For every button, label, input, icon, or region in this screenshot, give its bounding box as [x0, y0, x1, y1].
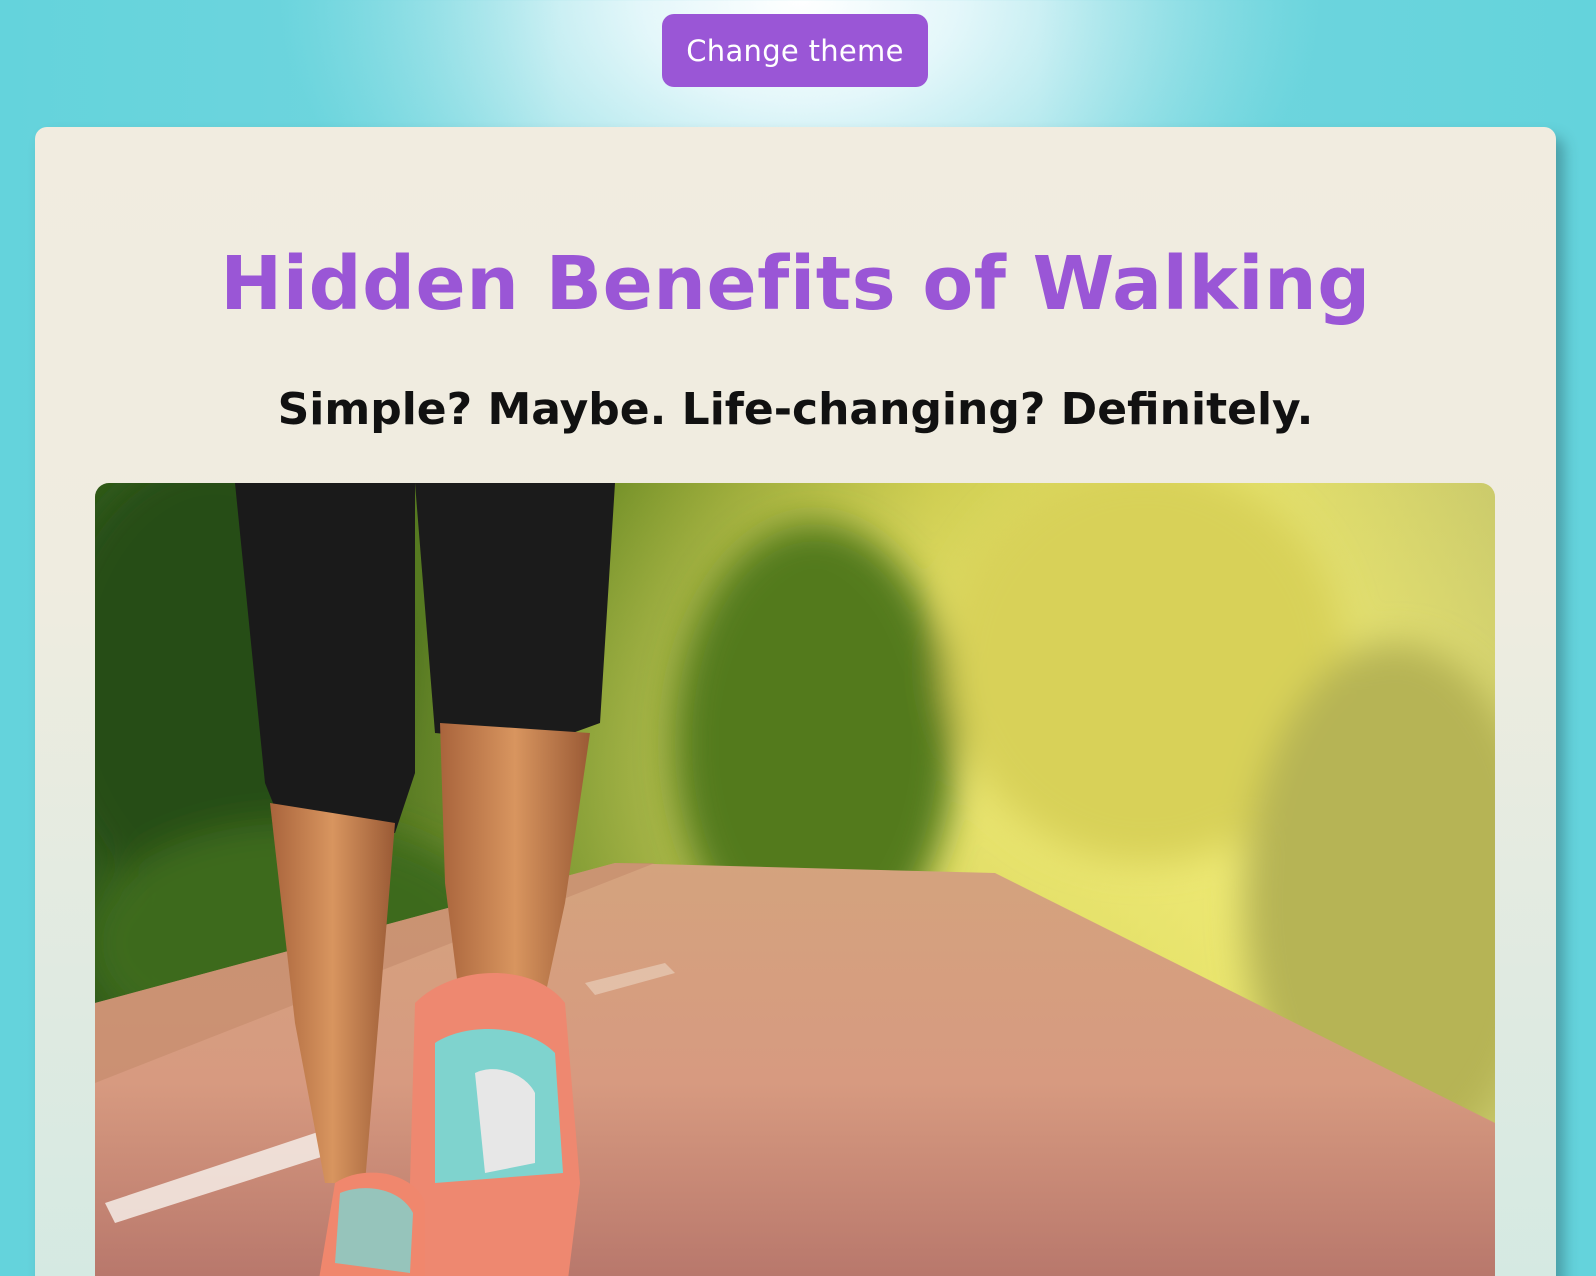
change-theme-button[interactable]: Change theme — [662, 14, 928, 87]
hero-image — [95, 483, 1495, 1276]
article-subtitle: Simple? Maybe. Life-changing? Definitely… — [277, 384, 1314, 435]
article-card: Hidden Benefits of Walking Simple? Maybe… — [35, 127, 1556, 1276]
article-title: Hidden Benefits of Walking — [220, 241, 1371, 327]
